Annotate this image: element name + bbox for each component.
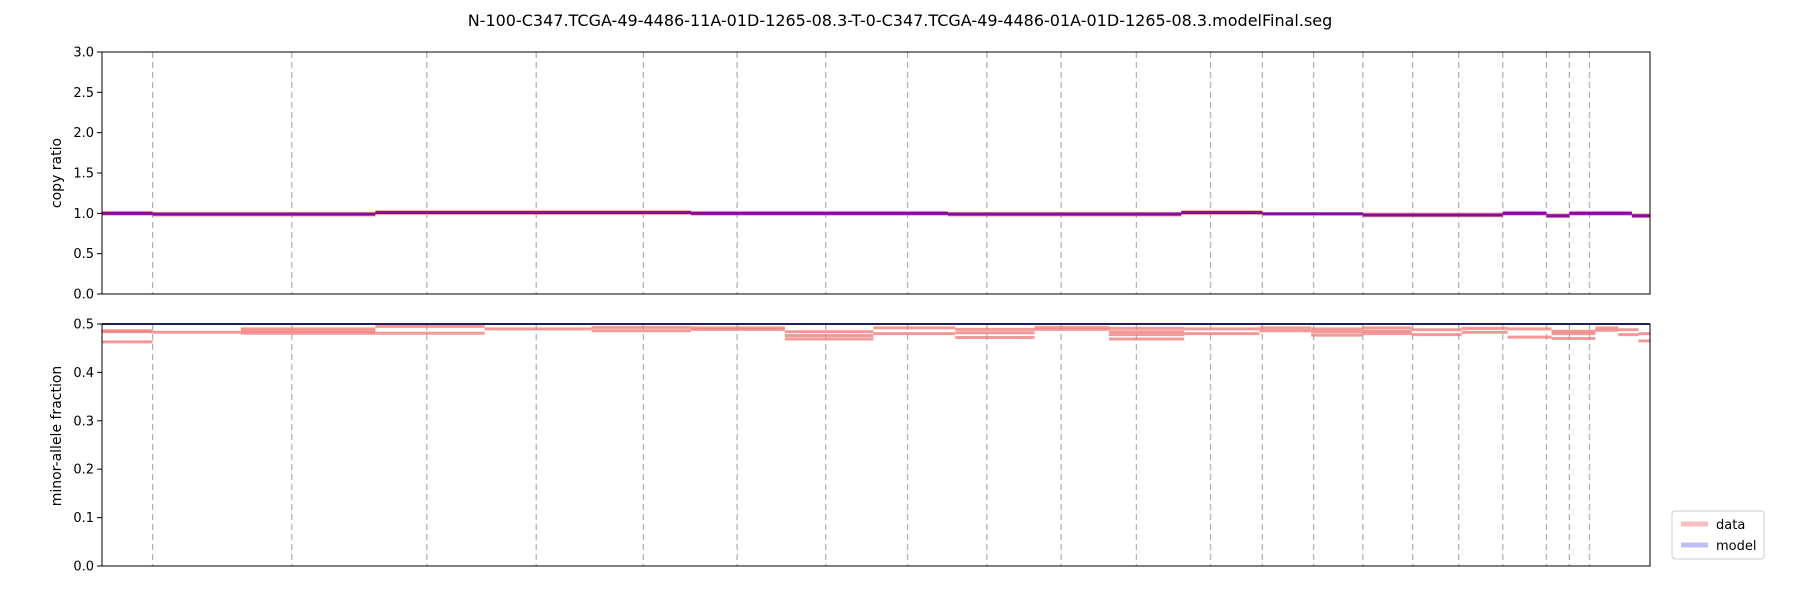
axes-frame [101,51,1651,295]
y-tick-label: 0.3 [73,414,94,429]
y-tick-label: 0.1 [73,511,94,526]
y-tick-label: 0.5 [73,247,94,262]
y-tick-label: 0.0 [73,560,94,575]
y-tick-label: 0.2 [73,463,94,478]
minor-allele-fraction-panel: 0.0 0.1 0.2 0.3 0.4 0.5 [73,318,1651,575]
y-tick-label: 0.5 [73,318,94,333]
y-tick-label: 2.0 [73,126,94,141]
figure: N-100-C347.TCGA-49-4486-11A-01D-1265-08.… [49,11,1765,575]
y-tick-label: 1.0 [73,207,94,222]
chart-title: N-100-C347.TCGA-49-4486-11A-01D-1265-08.… [468,11,1333,30]
y-tick-label: 3.0 [73,46,94,61]
y-tick-label: 2.5 [73,86,94,101]
y-axis-label-copy-ratio: copy ratio [49,138,65,208]
axes-frame [101,323,1651,567]
y-tick-label: 0.4 [73,366,94,381]
y-tick-label: 1.5 [73,167,94,182]
legend: data model [1671,510,1765,560]
copy-ratio-panel: 0.0 0.5 1.0 1.5 2.0 2.5 3.0 [73,46,1651,303]
legend-label-data: data [1716,518,1745,533]
legend-label-model: model [1716,539,1756,554]
y-tick-label: 0.0 [73,288,94,303]
y-axis-label-minor-allele-fraction: minor-allele fraction [49,366,65,507]
